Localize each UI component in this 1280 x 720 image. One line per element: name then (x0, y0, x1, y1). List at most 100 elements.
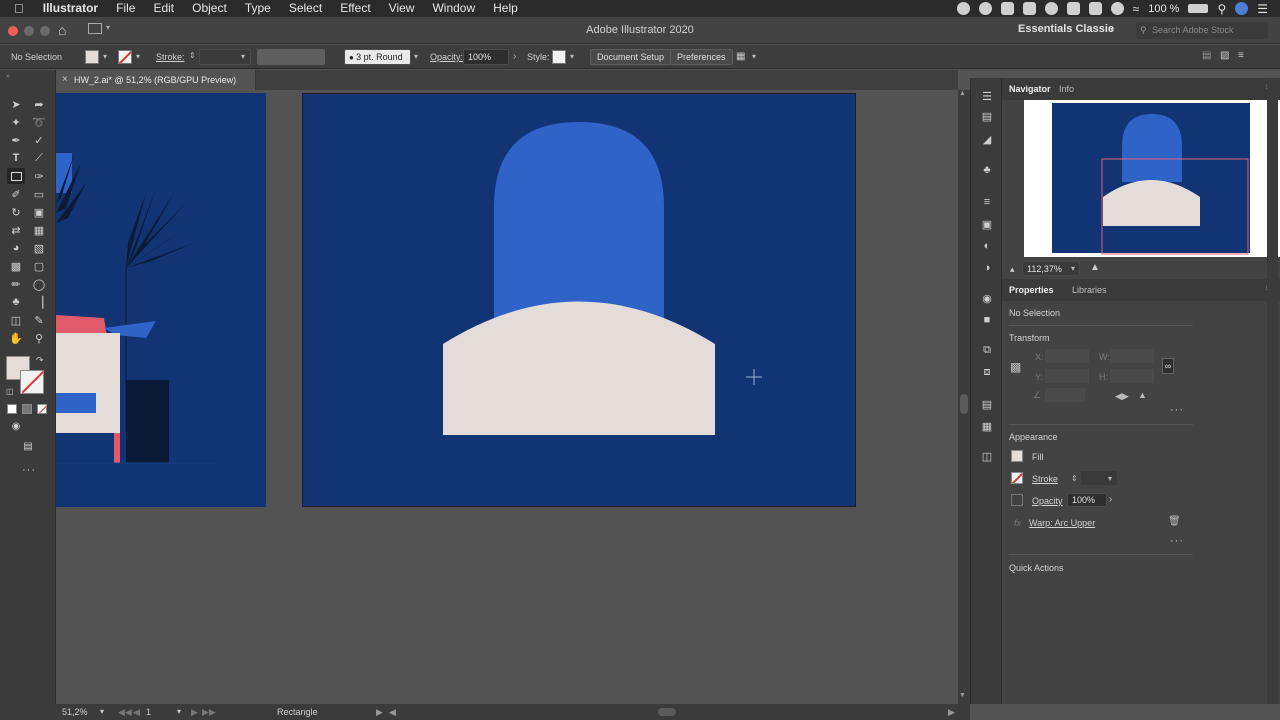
creative-cloud-icon[interactable] (1044, 2, 1058, 15)
status-app-icon[interactable] (956, 2, 970, 15)
appearance-stroke-label[interactable]: Stroke (1032, 474, 1058, 484)
menu-window[interactable]: Window (423, 0, 484, 17)
gradient-mode-icon[interactable] (22, 404, 32, 414)
gradient-panel-icon[interactable]: ▣ (980, 218, 994, 231)
appearance-more-options-icon[interactable]: ··· (1170, 535, 1184, 547)
adobe-stock-search[interactable]: Search Adobe Stock (1136, 22, 1268, 39)
direct-selection-tool-icon[interactable]: ➦ (30, 96, 48, 112)
fill-dropdown-icon[interactable]: ▾ (103, 52, 107, 61)
search-icon[interactable]: ⚲ (1217, 2, 1226, 16)
paintbrush-tool-icon[interactable]: ✑ (30, 168, 48, 184)
status-artboard-number[interactable]: 1 (146, 707, 151, 717)
scroll-left-icon[interactable]: ◀ (389, 707, 396, 718)
status-menu-icon[interactable]: ▶ (376, 707, 383, 718)
navigator-zoom-in-icon[interactable]: ▲ (1090, 262, 1100, 273)
scroll-down-icon[interactable]: ▼ (959, 692, 966, 699)
width-tool-icon[interactable]: ⇄ (7, 222, 25, 238)
eyedropper-tool-icon[interactable]: ✏ (7, 276, 25, 292)
shape-builder-tool-icon[interactable]: ◕ (7, 240, 25, 256)
w-field[interactable] (1110, 349, 1154, 363)
minimize-window-icon[interactable] (24, 26, 34, 36)
close-tab-icon[interactable]: × (62, 70, 68, 90)
appearance-opacity-chevron-icon[interactable]: › (1109, 494, 1112, 505)
vertical-scroll-thumb[interactable] (960, 394, 968, 414)
flip-vertical-icon[interactable]: ▲ (1138, 390, 1147, 400)
navigator-zoom-out-icon[interactable]: ▴ (1010, 264, 1015, 275)
asset-export-icon[interactable]: ▤ (980, 110, 994, 123)
appearance-stroke-dropdown-icon[interactable]: ▾ (1108, 474, 1112, 483)
shaper-tool-icon[interactable]: ✐ (7, 186, 25, 202)
menu-type[interactable]: Type (236, 0, 280, 17)
dropbox-icon[interactable] (1066, 2, 1080, 15)
stroke-weight-dropdown-icon[interactable]: ▾ (241, 52, 245, 61)
wordpress-icon[interactable] (978, 2, 992, 15)
last-artboard-icon[interactable]: ▶▶ (202, 707, 216, 718)
blend-tool-icon[interactable]: ◯ (30, 276, 48, 292)
slice-tool-icon[interactable]: ✎ (30, 312, 48, 328)
document-tab[interactable]: × HW_2.ai* @ 51,2% (RGB/GPU Preview) (56, 70, 256, 90)
arrange-documents-icon[interactable] (88, 23, 102, 34)
appearance-opacity-label[interactable]: Opacity (1032, 496, 1063, 506)
swap-fill-stroke-icon[interactable]: ↷ (36, 355, 44, 366)
canvas[interactable] (56, 90, 958, 704)
cc-libraries-icon[interactable]: ◢ (980, 133, 994, 146)
color-guide-icon[interactable]: ■ (980, 314, 994, 326)
none-mode-icon[interactable] (37, 404, 47, 414)
arrange-icon[interactable]: ▦ (736, 51, 745, 62)
menu-file[interactable]: File (107, 0, 144, 17)
menu-object[interactable]: Object (183, 0, 236, 17)
previous-artboard-icon[interactable]: ◀ (133, 707, 140, 718)
zoom-tool-icon[interactable]: ⚲ (30, 330, 48, 346)
artboard-main[interactable] (302, 93, 856, 507)
stroke-stepper-icon[interactable]: ⇕ (189, 51, 196, 60)
align-panel-icon[interactable]: ▤ (980, 398, 994, 411)
h-field[interactable] (1110, 369, 1154, 383)
edit-toolbar-icon[interactable]: ··· (22, 464, 36, 476)
collapse-toolbar-icon[interactable]: » (6, 73, 10, 80)
tab-navigator[interactable]: Navigator (1009, 84, 1051, 94)
symbols-icon[interactable]: ♣ (980, 164, 994, 176)
flip-horizontal-icon[interactable]: ◀▶ (1115, 391, 1129, 402)
vertical-scrollbar[interactable]: ▲ ▼ (958, 90, 970, 704)
stroke-dropdown-icon[interactable]: ▾ (136, 52, 140, 61)
zoom-window-icon[interactable] (40, 26, 50, 36)
status-zoom-dropdown-icon[interactable]: ▾ (100, 707, 104, 716)
style-swatch[interactable] (552, 50, 566, 64)
artboard-tool-icon[interactable]: ◫ (7, 312, 25, 328)
transform-panel-icon[interactable]: ⧉ (980, 344, 994, 356)
perspective-grid-tool-icon[interactable]: ▧ (30, 240, 48, 256)
opacity-field[interactable]: 100% (463, 49, 509, 65)
home-icon[interactable]: ⌂ (58, 22, 66, 38)
hand-tool-icon[interactable]: ✋ (7, 330, 25, 346)
reference-point-icon[interactable]: ▩ (1010, 360, 1024, 374)
menu-app-name[interactable]: Illustrator (34, 0, 107, 17)
status-zoom[interactable]: 51,2% (62, 707, 88, 717)
menu-view[interactable]: View (380, 0, 424, 17)
chevron-down-icon[interactable]: ▾ (106, 23, 110, 32)
tab-info[interactable]: Info (1059, 84, 1074, 94)
constrain-proportions-icon[interactable]: ∞ (1162, 358, 1174, 374)
artboard-dropdown-icon[interactable]: ▾ (177, 707, 181, 716)
menu-select[interactable]: Select (280, 0, 331, 17)
workspace-chevron-icon[interactable]: ▾ (1110, 25, 1114, 34)
magic-wand-tool-icon[interactable]: ✦ (7, 114, 25, 130)
spotlight-app-icon[interactable] (1110, 2, 1124, 15)
column-graph-tool-icon[interactable]: ▕ (30, 294, 48, 310)
adobe-icon[interactable] (1088, 2, 1102, 15)
warp-effect-link[interactable]: Warp: Arc Upper (1029, 518, 1095, 528)
default-colors-icon[interactable]: ◫ (6, 387, 14, 396)
preferences-button[interactable]: Preferences (670, 49, 733, 65)
line-tool-icon[interactable]: ⟋ (30, 150, 48, 166)
opacity-label[interactable]: Opacity: (430, 52, 463, 62)
cream-warped-rectangle[interactable] (443, 301, 715, 436)
navigator-zoom-dropdown-icon[interactable]: ▾ (1071, 264, 1075, 273)
color-panel-icon[interactable]: ◉ (980, 292, 994, 305)
brush-definition[interactable]: ● 3 pt. Round (344, 49, 411, 65)
stroke-label[interactable]: Stroke: (156, 52, 185, 62)
lasso-tool-icon[interactable]: ➰ (30, 114, 48, 130)
scroll-up-icon[interactable]: ▲ (959, 90, 966, 97)
gradient-tool-icon[interactable]: ▢ (30, 258, 48, 274)
layers-icon[interactable]: ☰ (980, 90, 994, 103)
brush-dropdown-icon[interactable]: ▾ (414, 52, 418, 61)
symbol-sprayer-tool-icon[interactable]: ♣ (7, 294, 25, 310)
